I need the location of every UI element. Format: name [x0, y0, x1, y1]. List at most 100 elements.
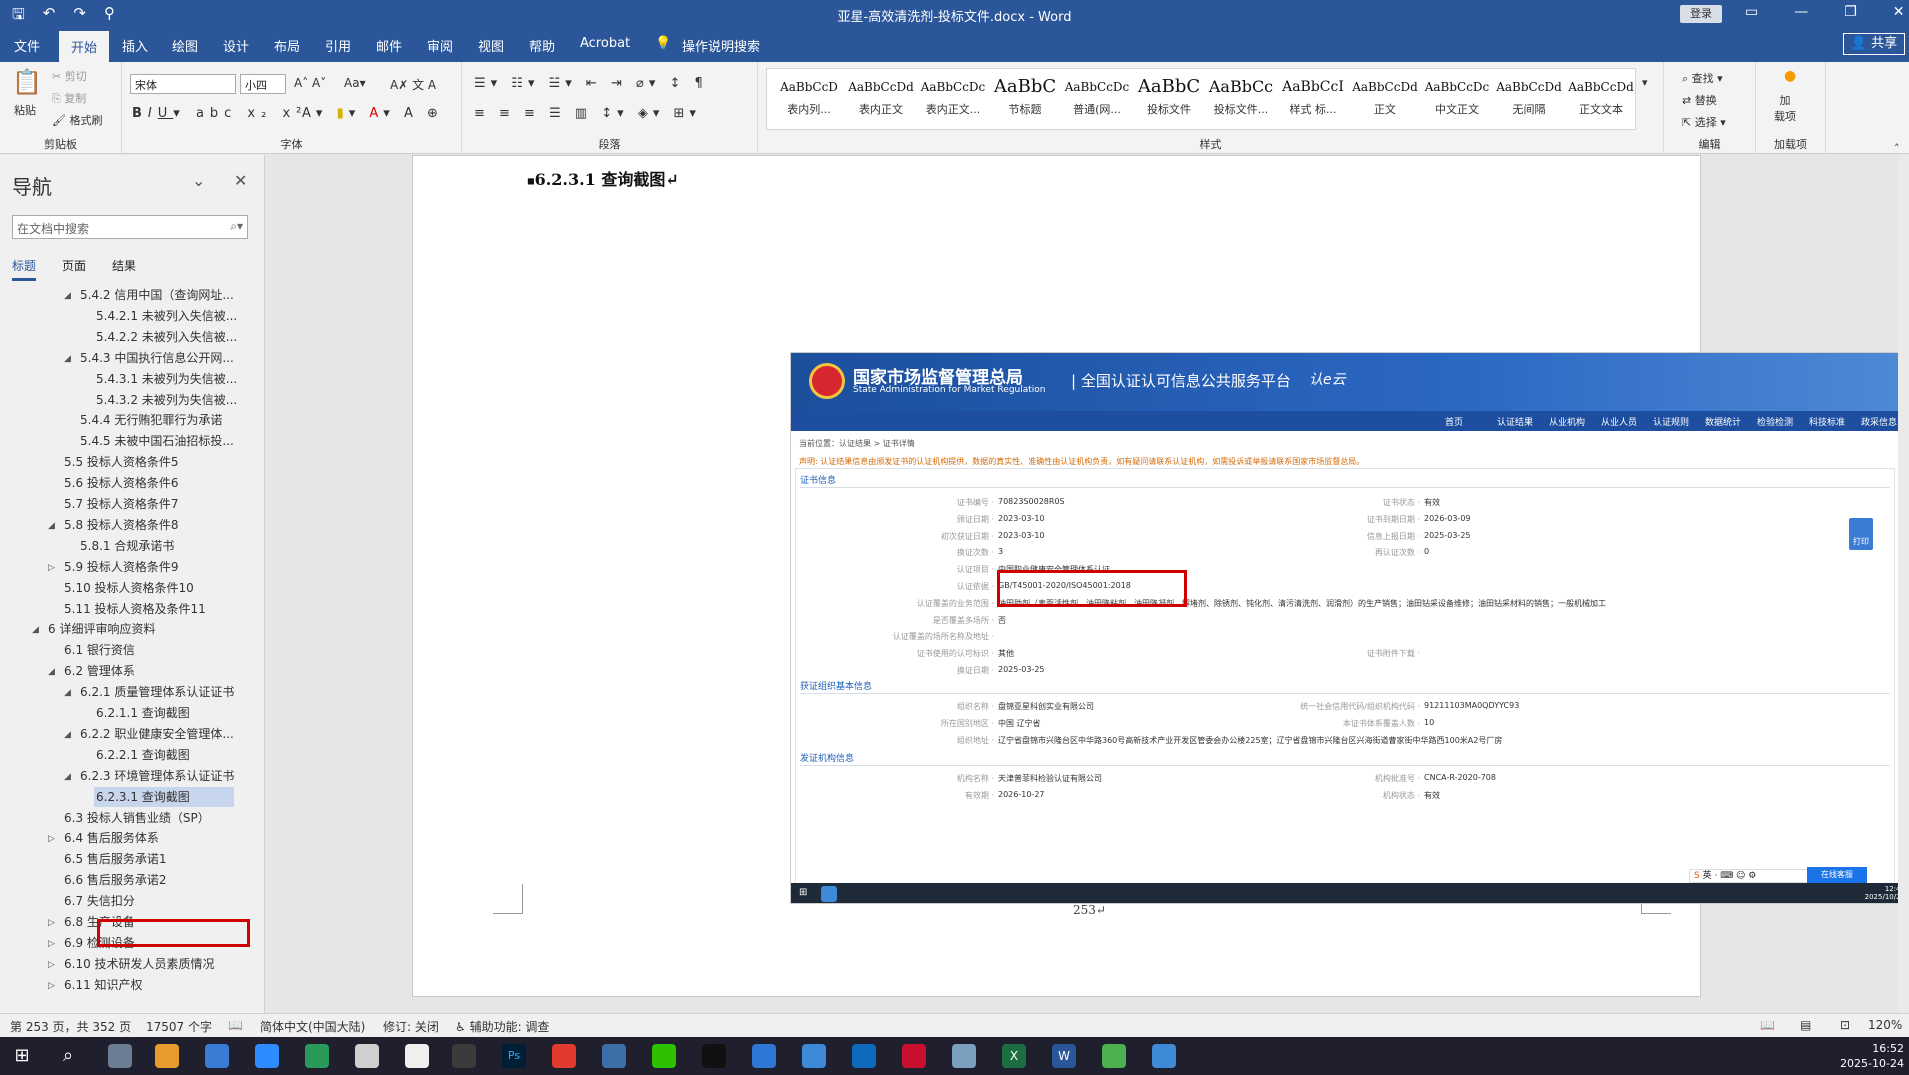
app-icon[interactable]: [602, 1044, 626, 1068]
tab-insert[interactable]: 插入: [122, 36, 148, 55]
caret-down-icon[interactable]: ◢: [48, 521, 55, 531]
style-item[interactable]: AaBbCcDd 正文文本: [1561, 73, 1641, 117]
nav-heading-item[interactable]: 5.9 投标人资格条件9: [62, 557, 181, 577]
style-item[interactable]: AaBbC 节标题: [985, 73, 1065, 117]
style-item[interactable]: AaBbCcDd 正文: [1345, 73, 1425, 117]
nav-heading-item[interactable]: 6.2.3.1 查询截图: [94, 786, 234, 807]
start-icon[interactable]: ⊞: [10, 1044, 34, 1068]
style-item[interactable]: AaBbCcDc 中文正文: [1417, 73, 1497, 117]
style-item[interactable]: AaBbCcD 表内列...: [769, 73, 849, 117]
read-mode-icon[interactable]: 📖: [1760, 1018, 1775, 1032]
caret-down-icon[interactable]: ◢: [48, 667, 55, 677]
caret-down-icon[interactable]: ◢: [64, 291, 71, 301]
calculator-icon[interactable]: [108, 1044, 132, 1068]
list-icons[interactable]: ☰▾ ☷▾ ☱▾ ⇤ ⇥ ⌀▾ ↕ ¶: [474, 76, 708, 91]
change-case-icon[interactable]: Aa▾: [344, 76, 366, 90]
search-icon[interactable]: ⌕▾: [230, 219, 243, 234]
caret-right-icon[interactable]: ▷: [48, 834, 55, 844]
tab-view[interactable]: 视图: [478, 36, 504, 55]
nav-heading-item[interactable]: 5.6 投标人资格条件6: [62, 473, 181, 493]
nav-heading-item[interactable]: 6.2.2 职业健康安全管理体...: [78, 724, 236, 744]
proofing-icon[interactable]: 📖: [228, 1018, 243, 1032]
caret-down-icon[interactable]: ◢: [64, 354, 71, 364]
app-icon[interactable]: [752, 1044, 776, 1068]
tab-file[interactable]: 文件: [14, 36, 40, 55]
styles-more-icon[interactable]: ▾: [1642, 76, 1648, 89]
caret-right-icon[interactable]: ▷: [48, 960, 55, 970]
app-icon[interactable]: [452, 1044, 476, 1068]
track-changes[interactable]: 修订: 关闭: [383, 1018, 439, 1035]
acrobat-icon[interactable]: [902, 1044, 926, 1068]
app-icon[interactable]: [1102, 1044, 1126, 1068]
nav-heading-item[interactable]: 6.2 管理体系: [62, 661, 137, 681]
bold-italic-underline-icons[interactable]: BIU▾ abc x₂ x²: [132, 106, 307, 121]
nav-heading-item[interactable]: 5.4.2.1 未被列入失信被...: [94, 306, 239, 326]
addin-icon[interactable]: ●: [1784, 68, 1796, 84]
ribbon-display-icon[interactable]: ▭: [1745, 4, 1758, 20]
app-icon[interactable]: [205, 1044, 229, 1068]
photoshop-icon[interactable]: Ps: [502, 1044, 526, 1068]
addins-button[interactable]: 加 载项: [1774, 92, 1796, 124]
page-count[interactable]: 第 253 页，共 352 页: [10, 1018, 131, 1035]
caret-down-icon[interactable]: ◢: [32, 625, 39, 635]
app-icon[interactable]: [355, 1044, 379, 1068]
app-icon[interactable]: [305, 1044, 329, 1068]
style-item[interactable]: AaBbCcDc 普通(网...: [1057, 73, 1137, 117]
select-button[interactable]: ⇱ 选择 ▾: [1682, 114, 1726, 130]
grow-font-icon[interactable]: A˄ A˅: [294, 76, 326, 90]
replace-button[interactable]: ⇄ 替换: [1682, 92, 1717, 108]
nav-heading-item[interactable]: 6.2.3 环境管理体系认证证书: [78, 766, 236, 786]
nav-heading-item[interactable]: 5.4.3.2 未被列为失信被...: [94, 390, 239, 410]
tab-mailings[interactable]: 邮件: [376, 36, 402, 55]
tab-references[interactable]: 引用: [325, 36, 351, 55]
nav-heading-item[interactable]: 6.5 售后服务承诺1: [62, 849, 169, 869]
wechat-icon[interactable]: [652, 1044, 676, 1068]
tab-design[interactable]: 设计: [223, 36, 249, 55]
nav-heading-item[interactable]: 5.8 投标人资格条件8: [62, 515, 181, 535]
nav-heading-item[interactable]: 5.4.2 信用中国（查询网址...: [78, 285, 236, 305]
paste-button[interactable]: 粘贴: [14, 102, 36, 118]
style-item[interactable]: AaBbCcDc 表内正文...: [913, 73, 993, 117]
style-item[interactable]: AaBbC 投标文件: [1129, 73, 1209, 117]
minimize-icon[interactable]: —: [1794, 4, 1808, 20]
nav-heading-item[interactable]: 5.4.5 未被中国石油招标投...: [78, 431, 236, 451]
text-effects-icons[interactable]: A▾ ▮▾ A▾ A ⊕: [302, 106, 443, 121]
nav-heading-item[interactable]: 5.4.3.1 未被列为失信被...: [94, 369, 239, 389]
system-clock[interactable]: 16:52 2025-10-24: [1838, 1041, 1904, 1071]
maximize-icon[interactable]: ❐: [1844, 4, 1857, 20]
caret-right-icon[interactable]: ▷: [48, 918, 55, 928]
copy-button[interactable]: ⎘ 复制: [52, 90, 86, 106]
style-item[interactable]: AaBbCcDd 无间隔: [1489, 73, 1569, 117]
nav-heading-item[interactable]: 6.11 知识产权: [62, 975, 145, 995]
nav-heading-item[interactable]: 6.6 售后服务承诺2: [62, 870, 169, 890]
collapse-ribbon-icon[interactable]: ˄: [1894, 142, 1900, 155]
style-item[interactable]: AaBbCc 投标文件...: [1201, 73, 1281, 117]
nav-search-input[interactable]: 在文档中搜索 ⌕▾: [12, 215, 248, 239]
nav-heading-item[interactable]: 6.1 银行资信: [62, 640, 137, 660]
nav-heading-item[interactable]: 5.4.3 中国执行信息公开网...: [78, 348, 236, 368]
close-icon[interactable]: ✕: [234, 171, 247, 190]
font-size-combo[interactable]: 小四: [240, 74, 286, 94]
caret-right-icon[interactable]: ▷: [48, 563, 55, 573]
align-icons[interactable]: ≡ ≡ ≡ ☰ ▥ ↕▾ ◈▾ ⊞▾: [474, 106, 701, 121]
nav-heading-item[interactable]: 6.2.2.1 查询截图: [94, 745, 192, 765]
tell-me-search[interactable]: 操作说明搜索: [682, 36, 760, 55]
tab-review[interactable]: 审阅: [427, 36, 453, 55]
caret-down-icon[interactable]: ◢: [64, 772, 71, 782]
search-icon[interactable]: ⌕: [56, 1044, 80, 1068]
tab-draw[interactable]: 绘图: [172, 36, 198, 55]
nav-heading-item[interactable]: 6.4 售后服务体系: [62, 828, 161, 848]
print-layout-icon[interactable]: ▤: [1800, 1018, 1811, 1032]
nav-heading-item[interactable]: 5.10 投标人资格条件10: [62, 578, 196, 598]
language[interactable]: 简体中文(中国大陆): [260, 1018, 365, 1035]
nav-heading-item[interactable]: 6.2.1 质量管理体系认证证书: [78, 682, 236, 702]
nav-heading-item[interactable]: 6 详细评审响应资料: [46, 619, 157, 639]
qq-icon[interactable]: [702, 1044, 726, 1068]
edge-icon[interactable]: [852, 1044, 876, 1068]
tab-help[interactable]: 帮助: [529, 36, 555, 55]
nav-heading-item[interactable]: 5.7 投标人资格条件7: [62, 494, 181, 514]
caret-right-icon[interactable]: ▷: [48, 939, 55, 949]
format-painter-button[interactable]: 🖌 格式刷: [52, 112, 102, 128]
app-icon[interactable]: [255, 1044, 279, 1068]
style-item[interactable]: AaBbCcI 样式 标...: [1273, 73, 1353, 117]
